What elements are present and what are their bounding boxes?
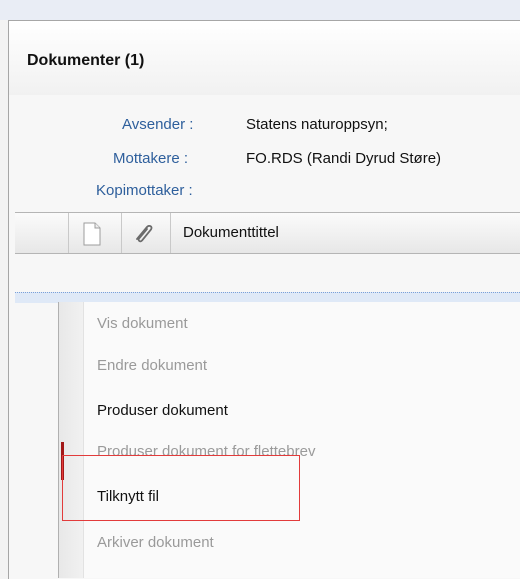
sender-value: Statens naturoppsyn; bbox=[246, 116, 388, 133]
menu-item-vis-dokument[interactable]: Vis dokument bbox=[97, 315, 188, 332]
document-icon[interactable] bbox=[81, 222, 103, 246]
sender-label: Avsender : bbox=[122, 116, 194, 133]
panel-title: Dokumenter (1) bbox=[27, 52, 145, 69]
menu-item-tilknytt-fil[interactable]: Tilknytt fil bbox=[97, 488, 159, 505]
column-separator bbox=[170, 213, 171, 253]
annotation-marker bbox=[61, 442, 64, 480]
recipients-value: FO.RDS (Randi Dyrud Støre) bbox=[246, 150, 442, 167]
context-menu-gutter bbox=[59, 302, 84, 578]
document-grid-header: Dokumenttittel bbox=[15, 212, 520, 254]
menu-item-produser-dokument-flettebrev[interactable]: Produser dokument for flettebrev bbox=[97, 443, 315, 460]
context-menu: Vis dokument Endre dokument Produser dok… bbox=[58, 302, 520, 578]
column-header-dokumenttittel[interactable]: Dokumenttittel bbox=[183, 224, 279, 241]
recipients-label: Mottakere : bbox=[113, 150, 189, 167]
menu-item-produser-dokument[interactable]: Produser dokument bbox=[97, 402, 228, 419]
column-separator bbox=[121, 213, 122, 253]
column-separator bbox=[68, 213, 69, 253]
window-top-band bbox=[0, 0, 520, 20]
panel-header: Dokumenter (1) bbox=[9, 21, 520, 95]
cc-label: Kopimottaker : bbox=[96, 182, 193, 199]
menu-item-arkiver-dokument[interactable]: Arkiver dokument bbox=[97, 534, 214, 551]
menu-item-endre-dokument[interactable]: Endre dokument bbox=[97, 357, 207, 374]
paperclip-icon[interactable] bbox=[130, 221, 156, 245]
